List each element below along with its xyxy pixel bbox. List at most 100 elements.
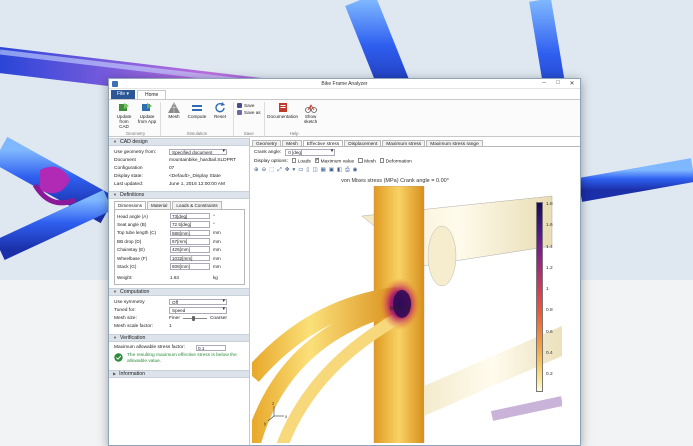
configuration-label: Configuration: [114, 165, 143, 171]
mesh-icon: [168, 102, 180, 113]
bb-drop-field[interactable]: 67[mm]: [170, 238, 210, 245]
zoom-box-icon[interactable]: ⬚: [269, 167, 274, 173]
stress-plot[interactable]: von Mises stress (MPa) Crank angle = 0.0…: [252, 174, 578, 443]
file-menu-button[interactable]: File ▾: [111, 90, 135, 99]
mesh-size-slider[interactable]: [182, 316, 207, 322]
top-tube-length-field[interactable]: 588[mm]: [170, 229, 210, 237]
tab-geometry[interactable]: Geometry: [252, 140, 282, 147]
last-updated-value: June 1, 2016 12:00:00 AM: [169, 182, 226, 188]
save-as-button[interactable]: Save as: [237, 110, 261, 115]
reset-button[interactable]: Reset: [210, 102, 230, 130]
tab-displacement[interactable]: Displacement: [344, 140, 382, 147]
mesh-size-label: Mesh size:: [114, 316, 137, 322]
list-item: BB drop (D) 67[mm] mm: [117, 238, 221, 245]
rotate-icon[interactable]: ✥: [285, 167, 290, 173]
last-updated-label: Last updated:: [114, 182, 144, 188]
tab-maximum-stress[interactable]: Maximum stress: [382, 140, 426, 147]
seat-angle-field[interactable]: 72.5[deg]: [170, 221, 210, 228]
colorbar-tick-label: 0.2: [546, 372, 553, 377]
chainstay-field[interactable]: 425[mm]: [170, 246, 210, 253]
camera-icon[interactable]: ◉: [353, 167, 358, 173]
document-value: mountainbike_hardtail.SLDPRT: [169, 157, 237, 163]
render-icon[interactable]: ▣: [329, 167, 334, 173]
update-from-cad-button[interactable]: Update from CAD: [114, 102, 134, 130]
loads-checkbox[interactable]: Loads: [291, 158, 311, 165]
head-angle-field[interactable]: 73[deg]: [170, 212, 210, 220]
zoom-extents-icon[interactable]: ⤢: [277, 167, 281, 174]
symmetry-select[interactable]: Off: [169, 298, 227, 306]
app-window: Bike Frame Analyzer – □ ✕ File ▾ Home Up…: [108, 78, 581, 446]
expand-icon: ▶: [113, 371, 117, 376]
configuration-value: 07: [169, 165, 175, 171]
transparency-icon[interactable]: ◧: [337, 167, 342, 173]
ribbon-toolbar: Update from CAD Update from App Geometry…: [109, 99, 580, 137]
maximum-value-checkbox[interactable]: Maximum value: [314, 157, 354, 165]
dimensions-table: Head angle (A) 73[deg] ° Seat angle (B) 72.…: [114, 208, 245, 286]
section-verification[interactable]: ▼ Verification: [109, 333, 249, 342]
section-computation[interactable]: ▼ Computation: [109, 288, 249, 297]
mesh-button[interactable]: Mesh: [164, 102, 184, 130]
ribbon-group-label: Simulation: [186, 131, 208, 136]
list-item: Stack (G) 608[mm] mm: [117, 263, 221, 270]
colorbar-tick-label: 0.6: [546, 329, 553, 335]
stack-field[interactable]: 608[mm]: [170, 263, 210, 270]
save-icon: [237, 103, 242, 108]
reset-icon: [215, 102, 225, 113]
document-label: Document: [114, 157, 136, 163]
collapse-icon: ▼: [113, 334, 117, 340]
save-as-icon: [237, 110, 242, 115]
mesh-checkbox[interactable]: Mesh: [358, 158, 376, 165]
minimize-icon[interactable]: –: [540, 80, 548, 87]
tab-home[interactable]: Home: [136, 90, 167, 99]
section-information[interactable]: ▶ Information: [109, 370, 249, 378]
tab-maximum-stress-range[interactable]: Maximum stress range: [426, 140, 483, 147]
wireframe-icon[interactable]: ▦: [321, 167, 326, 173]
view-zx-icon[interactable]: ◫: [312, 167, 317, 173]
tab-mesh[interactable]: Mesh: [282, 140, 302, 147]
print-icon[interactable]: ⎙: [345, 167, 349, 174]
crank-angle-label: Crank angle:: [254, 150, 282, 155]
slider-thumb[interactable]: [192, 316, 196, 322]
documentation-button[interactable]: Documentation: [267, 102, 298, 130]
colorbar-tick-label: 1.8: [546, 202, 553, 207]
update-from-app-button[interactable]: Update from App: [137, 102, 157, 130]
wheelbase-field[interactable]: 1032[mm]: [170, 254, 210, 262]
display-options-label: Display options:: [254, 159, 288, 164]
plot-title: von Mises stress (MPa) Crank angle = 0.0…: [341, 178, 449, 184]
close-icon[interactable]: ✕: [568, 80, 576, 87]
mesh-scale-label: Mesh scale factor:: [114, 324, 153, 330]
mesh-coarser-label: Coarser: [209, 316, 227, 322]
crank-angle-select[interactable]: 0 [deg]: [285, 149, 336, 156]
tab-effective-stress[interactable]: Effective stress: [302, 140, 344, 147]
tab-loads-constraints[interactable]: Loads & Constraints: [172, 200, 222, 209]
view-dropdown-icon[interactable]: ▾: [292, 167, 295, 173]
results-panel: Geometry Mesh Effective stress Displacem…: [250, 138, 580, 445]
tab-material[interactable]: Material: [147, 200, 172, 209]
ribbon-group-label: Geometry: [125, 131, 146, 136]
sketch-icon: [304, 104, 317, 113]
section-definitions[interactable]: ▼ Definitions: [109, 190, 249, 199]
view-yz-icon[interactable]: ▯: [306, 167, 309, 173]
compute-button[interactable]: Compute: [187, 102, 207, 130]
tab-dimensions[interactable]: Dimensions: [114, 200, 146, 209]
show-sketch-button[interactable]: Show sketch: [301, 102, 321, 130]
window-title: Bike Frame Analyzer: [321, 81, 368, 87]
mesh-finer-label: Finer: [169, 316, 180, 322]
save-button[interactable]: Save: [237, 103, 261, 108]
deformation-checkbox[interactable]: Deformation: [379, 158, 412, 165]
zoom-in-icon[interactable]: ⊕: [254, 167, 259, 173]
maximize-icon[interactable]: □: [554, 80, 562, 87]
zoom-out-icon[interactable]: ⊖: [262, 167, 267, 173]
collapse-icon: ▼: [113, 289, 117, 295]
title-bar: Bike Frame Analyzer – □ ✕: [109, 79, 580, 89]
tuned-for-select[interactable]: Speed: [169, 307, 227, 314]
view-xy-icon[interactable]: ▭: [298, 167, 303, 173]
section-cad-design[interactable]: ▼ CAD design: [109, 138, 249, 146]
display-state-label: Display state:: [114, 174, 143, 180]
ribbon-tabs: File ▾ Home: [109, 89, 580, 99]
max-stress-field[interactable]: 0.1: [196, 344, 226, 352]
use-geometry-select[interactable]: Specified document: [169, 148, 227, 156]
ribbon-group-geometry: Update from CAD Update from App Geometry: [111, 102, 161, 136]
ribbon-group-label: Help: [289, 131, 299, 136]
list-item: Head angle (A) 73[deg] °: [117, 212, 215, 220]
